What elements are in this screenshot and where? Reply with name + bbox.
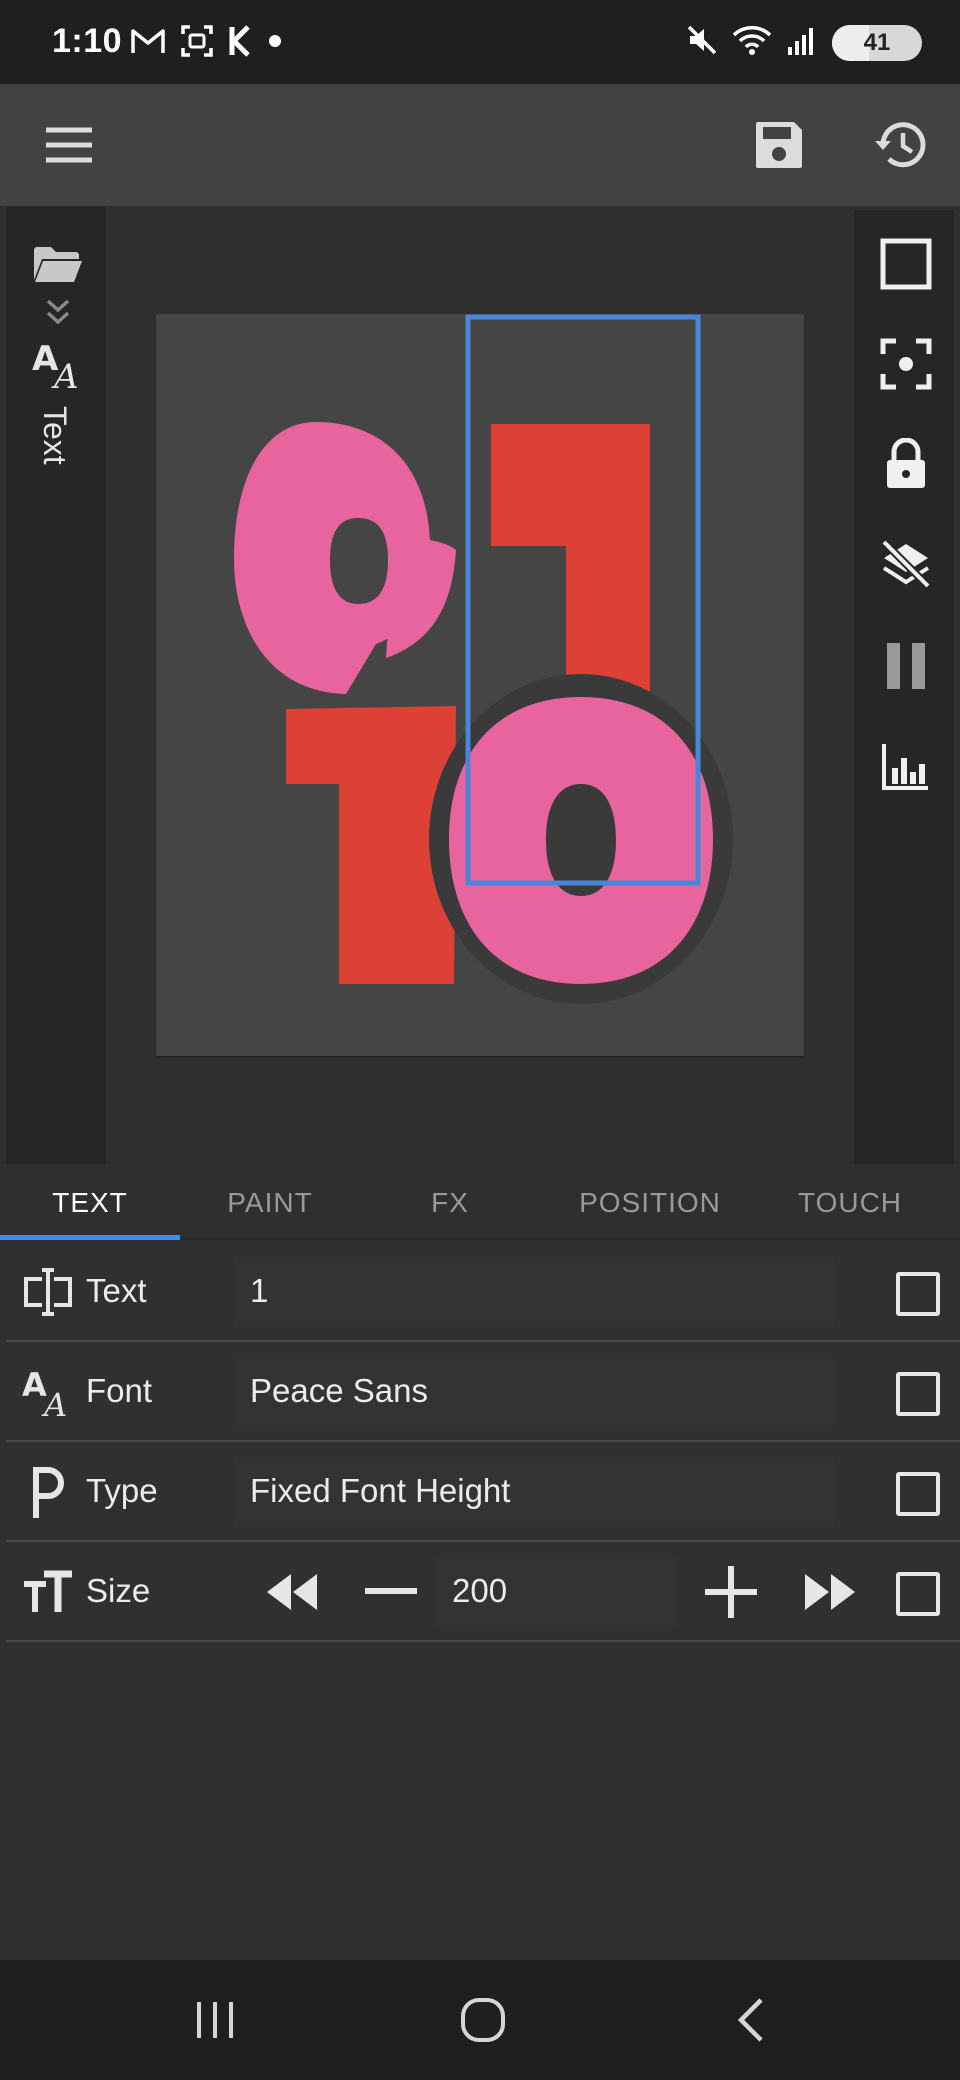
- screenshot-icon: [180, 24, 214, 63]
- focus-icon[interactable]: [878, 336, 934, 392]
- mute-icon: [686, 24, 718, 61]
- fast-increase-button[interactable]: [796, 1562, 866, 1622]
- text-input[interactable]: 1: [234, 1258, 834, 1326]
- prop-label-font: Font: [86, 1372, 153, 1409]
- chevron-double-down-icon[interactable]: [30, 292, 86, 332]
- property-tabs: TEXT PAINT FX POSITION TOUCH: [0, 1166, 960, 1240]
- rail-label: Text: [37, 406, 73, 465]
- chart-icon[interactable]: [878, 738, 934, 794]
- status-time: 1:10: [52, 22, 123, 60]
- glyph-zero-top: [234, 422, 456, 694]
- home-icon[interactable]: [448, 1992, 518, 2048]
- app-bar: [0, 84, 960, 206]
- size-checkbox[interactable]: [896, 1572, 940, 1616]
- font-select[interactable]: Peace Sans: [234, 1358, 834, 1426]
- workspace: AA Text: [0, 206, 960, 1166]
- tab-touch[interactable]: TOUCH: [760, 1166, 940, 1240]
- type-select[interactable]: Fixed Font Height: [234, 1458, 834, 1526]
- design-canvas[interactable]: [156, 314, 804, 1056]
- tab-position[interactable]: POSITION: [560, 1166, 740, 1240]
- fast-decrease-button[interactable]: [256, 1562, 326, 1622]
- size-input[interactable]: 200: [436, 1558, 676, 1626]
- svg-text:A: A: [51, 357, 79, 392]
- history-icon[interactable]: [870, 114, 932, 176]
- wifi-icon: [732, 24, 772, 61]
- tab-paint[interactable]: PAINT: [180, 1166, 360, 1240]
- left-rail: AA Text: [6, 206, 106, 1164]
- status-system-icons: 41: [686, 24, 922, 61]
- prop-row-text: Text 1: [6, 1242, 960, 1342]
- back-icon[interactable]: [716, 1992, 786, 2048]
- font-icon: AA: [20, 1366, 76, 1420]
- prop-label-type: Type: [86, 1472, 158, 1509]
- menu-icon[interactable]: [38, 114, 100, 176]
- dot-icon: [268, 34, 282, 53]
- increase-button[interactable]: [696, 1562, 766, 1622]
- artwork: [234, 314, 733, 1004]
- recents-icon[interactable]: [180, 1992, 250, 2048]
- text-checkbox[interactable]: [896, 1272, 940, 1316]
- font-icon[interactable]: AA: [30, 334, 86, 394]
- prop-label-size: Size: [86, 1572, 151, 1609]
- folder-icon[interactable]: [30, 236, 86, 292]
- glyph-one-top: [491, 424, 650, 694]
- status-bar: 1:10 41: [0, 0, 960, 84]
- prop-row-font: AA Font Peace Sans: [6, 1342, 960, 1442]
- save-icon[interactable]: [748, 114, 810, 176]
- gmail-icon: [130, 26, 166, 61]
- pause-icon[interactable]: [878, 638, 934, 694]
- layers-off-icon[interactable]: [878, 536, 934, 592]
- active-tab-indicator: [0, 1235, 180, 1240]
- prop-row-type: Type Fixed Font Height: [6, 1442, 960, 1542]
- svg-text:A: A: [41, 1386, 67, 1420]
- decrease-button[interactable]: [356, 1562, 426, 1622]
- lock-icon[interactable]: [878, 436, 934, 492]
- k-app-icon: [228, 25, 254, 62]
- battery-icon: 41: [832, 24, 922, 61]
- font-checkbox[interactable]: [896, 1372, 940, 1416]
- battery-percent: 41: [863, 28, 891, 56]
- system-nav-bar: [0, 1960, 960, 2080]
- text-field-icon: [20, 1266, 76, 1318]
- status-notification-icons: [130, 24, 282, 63]
- tab-text[interactable]: TEXT: [0, 1166, 180, 1240]
- prop-label-text: Text: [86, 1272, 147, 1309]
- text-size-icon: [20, 1566, 76, 1618]
- type-icon: [20, 1466, 76, 1518]
- right-rail: [854, 210, 954, 1164]
- tab-fx[interactable]: FX: [360, 1166, 540, 1240]
- type-checkbox[interactable]: [896, 1472, 940, 1516]
- signal-icon: [786, 25, 818, 60]
- prop-row-size: Size 200: [6, 1542, 960, 1642]
- square-icon[interactable]: [878, 236, 934, 292]
